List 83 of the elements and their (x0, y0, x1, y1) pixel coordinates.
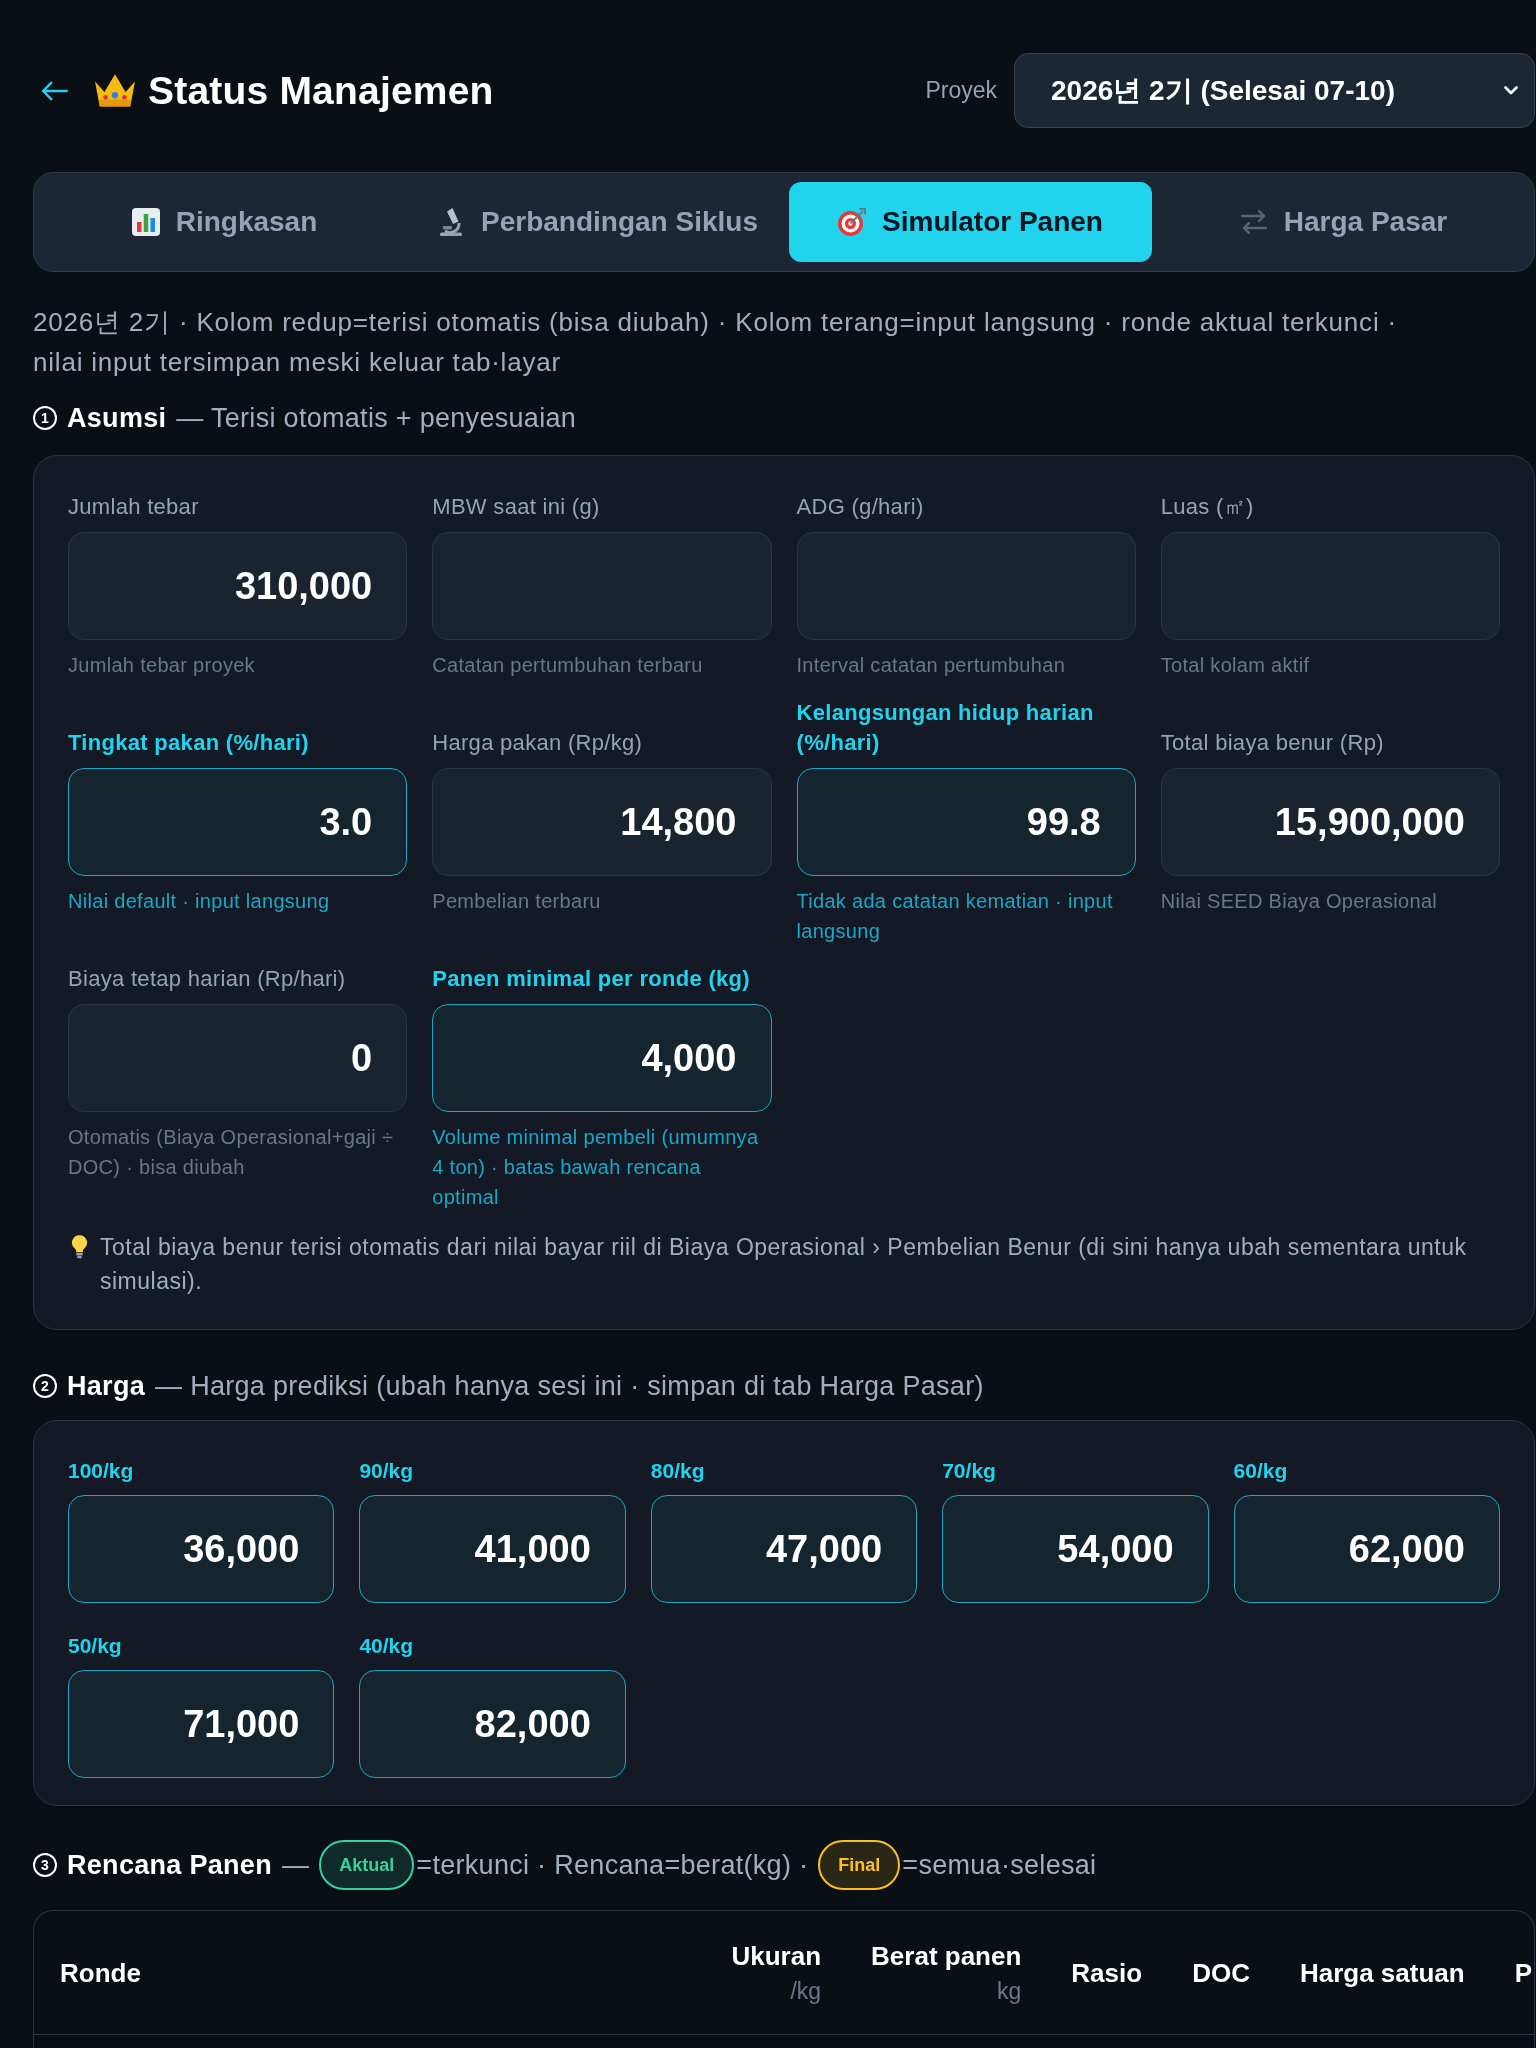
section-title: Harga (67, 1370, 146, 1403)
price-input[interactable]: 62,000 (1233, 1495, 1500, 1603)
input-field[interactable]: 0 (68, 1004, 408, 1112)
legend-text: =semua·selesai (902, 1849, 1097, 1882)
tab[interactable]: Simulator Panen (789, 182, 1152, 262)
price-input[interactable]: 54,000 (942, 1495, 1209, 1603)
section-number: 2 (33, 1374, 57, 1398)
column-header: Berat panen (871, 1939, 1022, 1973)
field-hint: Jumlah tebar proyek (68, 653, 256, 678)
status-tag: Aktual (319, 1840, 415, 1890)
field-hint: Catatan pertumbuhan terbaru (432, 653, 704, 678)
field-hint: Nilai SEED Biaya Operasional (1160, 889, 1439, 914)
price-label: 60/kg (1233, 1459, 1289, 1483)
input-field[interactable] (796, 532, 1136, 640)
input-field[interactable] (432, 532, 772, 640)
input-field[interactable]: 15,900,000 (1160, 768, 1500, 876)
price-label: 90/kg (359, 1459, 415, 1483)
price-label: 40/kg (359, 1634, 415, 1658)
project-label: Proyek (925, 76, 997, 106)
column-header: Ronde (60, 1956, 141, 1990)
field-label: Biaya tetap harian (Rp/hari) (68, 965, 347, 993)
page-description: 2026년 2기 · Kolom redup=terisi otomatis (bisa diubah) · Kolom terang=input langsung · ronde aktual terkunci · nilai input tersimpan meski keluar tab·layar (33, 306, 1398, 379)
section-number: 3 (33, 1853, 57, 1877)
legend-text: — (282, 1849, 310, 1882)
section-subtitle: — Harga prediksi (ubah hanya sesi ini · simpan di tab Harga Pasar) (155, 1370, 984, 1403)
crown-icon (95, 74, 135, 107)
price-label: 50/kg (68, 1634, 123, 1658)
field-label: ADG (g/hari) (796, 493, 925, 521)
column-header: DOC (1192, 1956, 1250, 1990)
price-input[interactable]: 41,000 (359, 1495, 626, 1603)
field-hint: Tidak ada catatan kematian · input langsung (796, 889, 1114, 944)
price-input[interactable]: 36,000 (68, 1495, 335, 1603)
price-label: 70/kg (942, 1459, 997, 1483)
input-field[interactable]: 99.8 (796, 768, 1136, 876)
field-hint: Nilai default · input langsung (68, 889, 331, 914)
column-header: Harga satuan (1299, 1956, 1465, 1990)
back-arrow-icon[interactable] (42, 80, 68, 101)
column-unit: /kg (790, 1976, 822, 2006)
column-header: Ukuran (731, 1939, 822, 1973)
legend-text: =terkunci · Rencana=berat(kg) · (416, 1849, 809, 1882)
field-label: Total biaya benur (Rp) (1160, 729, 1385, 757)
field-hint: Otomatis (Biaya Operasional+gaji ÷ DOC) · bisa diubah (68, 1125, 395, 1180)
price-label: 100/kg (68, 1459, 135, 1483)
input-field[interactable]: 4,000 (432, 1004, 772, 1112)
project-select[interactable]: 2026년 2기 (Selesai 07-10) (1014, 53, 1535, 128)
tab[interactable]: Perbandingan Siklus (416, 182, 779, 262)
page-title: Status Manajemen (148, 67, 494, 114)
field-hint: Pembelian terbaru (432, 889, 602, 914)
field-label: Harga pakan (Rp/kg) (432, 729, 644, 757)
field-label: MBW saat ini (g) (432, 493, 601, 521)
tab[interactable]: Ringkasan (43, 182, 406, 262)
section-title: Rencana Panen (67, 1849, 272, 1882)
lightbulb-icon (71, 1234, 88, 1259)
field-label: Luas (㎡) (1160, 493, 1255, 521)
tab[interactable]: Harga Pasar (1162, 182, 1525, 262)
field-label: Panen minimal per ronde (kg) (432, 965, 751, 993)
chevron-down-icon (1504, 86, 1518, 95)
input-field[interactable]: 3.0 (68, 768, 408, 876)
section-number: 1 (33, 406, 57, 430)
section-title: Asumsi (67, 402, 167, 435)
exchange-arrows-icon (1239, 208, 1268, 236)
field-label: Jumlah tebar (68, 493, 200, 521)
price-input[interactable]: 71,000 (68, 1670, 335, 1778)
field-hint: Interval catatan pertumbuhan (796, 653, 1067, 678)
field-label: Tingkat pakan (%/hari) (68, 729, 310, 757)
target-icon (838, 208, 867, 236)
field-hint: Total kolam aktif (1160, 653, 1311, 678)
input-field[interactable]: 310,000 (68, 532, 408, 640)
column-header: P (1514, 1956, 1532, 1990)
price-label: 80/kg (650, 1459, 706, 1483)
column-header: Rasio (1071, 1956, 1143, 1990)
input-field[interactable]: 14,800 (432, 768, 772, 876)
field-label: Kelangsungan hidup harian (%/hari) (796, 699, 1095, 757)
price-input[interactable]: 82,000 (359, 1670, 626, 1778)
price-input[interactable]: 47,000 (650, 1495, 918, 1603)
bar-chart-icon (131, 208, 160, 236)
status-tag: Final (818, 1840, 901, 1890)
section-subtitle: — Terisi otomatis + penyesuaian (176, 402, 577, 435)
microscope-icon (437, 208, 465, 236)
field-hint: Volume minimal pembeli (umumnya 4 ton) · batas bawah rencana optimal (432, 1125, 760, 1210)
input-field[interactable] (1160, 532, 1500, 640)
column-unit: kg (997, 1976, 1022, 2006)
note-text: Total biaya benur terisi otomatis dari nilai bayar riil di Biaya Operasional › Pembelian Benur (di sini hanya ubah sementara untuk simulasi). (100, 1233, 1468, 1296)
